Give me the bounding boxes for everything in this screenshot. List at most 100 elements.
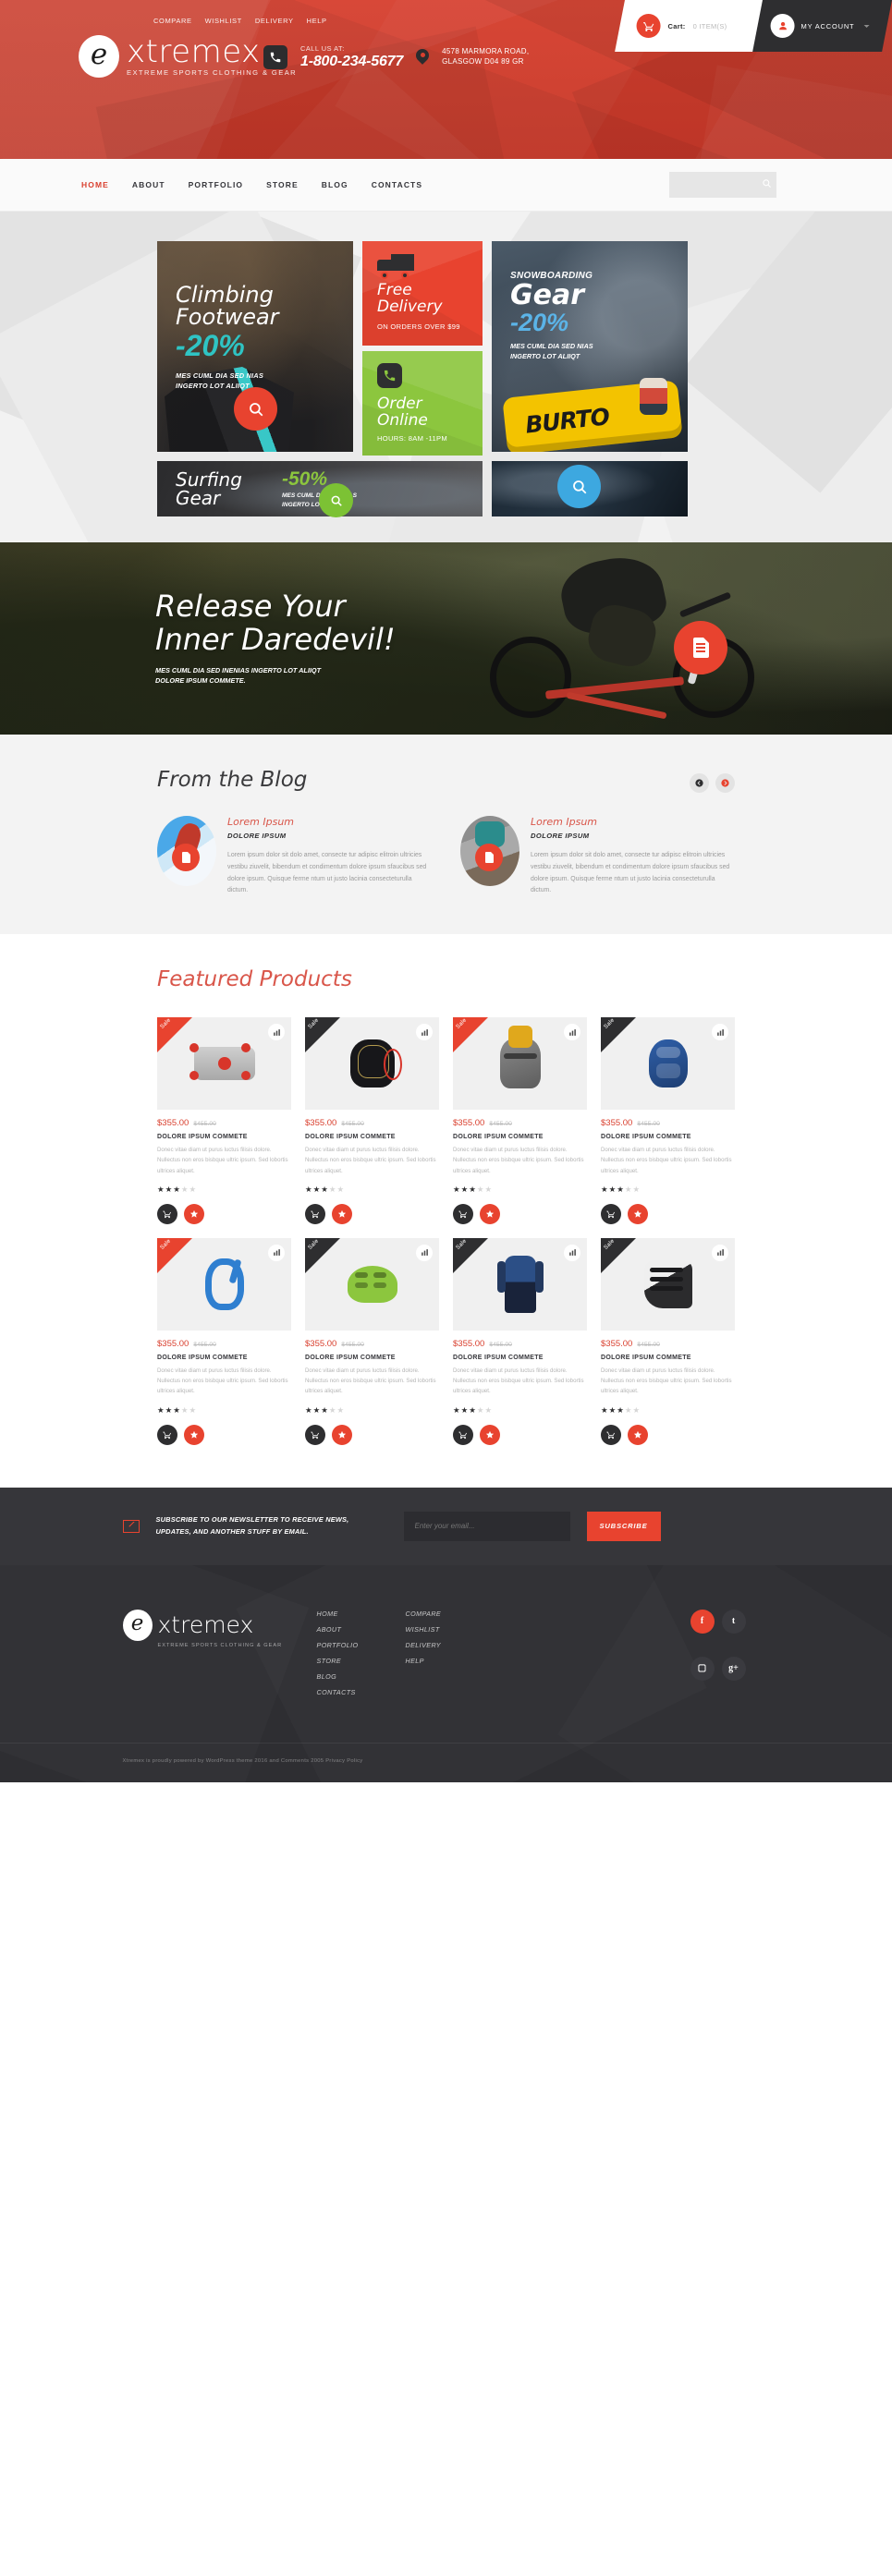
- nav-item-blog[interactable]: BLOG: [322, 180, 348, 189]
- promo-search-badge-snowboarding[interactable]: [557, 465, 601, 508]
- promo-free-delivery[interactable]: Free Delivery ON ORDERS OVER $99: [362, 241, 483, 346]
- footer-link-compare[interactable]: COMPARE: [406, 1610, 495, 1618]
- add-to-wishlist-button[interactable]: [332, 1203, 352, 1224]
- nav-item-about[interactable]: ABOUT: [132, 180, 165, 189]
- product-card[interactable]: Sale $355.00 $455.00 DOLORE IPSUM COMMETE Do…: [453, 1237, 587, 1445]
- product-image[interactable]: Sale: [601, 1017, 735, 1111]
- utility-link-wishlist[interactable]: WISHLIST: [205, 17, 242, 25]
- utility-link-compare[interactable]: COMPARE: [153, 17, 192, 25]
- product-name[interactable]: DOLORE IPSUM COMMETE: [305, 1355, 439, 1361]
- promo-delivery-subtitle: ON ORDERS OVER $99: [377, 322, 460, 331]
- phone-number[interactable]: 1-800-234-5677: [300, 54, 403, 70]
- add-to-cart-button[interactable]: [601, 1203, 621, 1224]
- product-name[interactable]: DOLORE IPSUM COMMETE: [601, 1134, 735, 1140]
- google-plus-icon[interactable]: g+: [721, 1656, 746, 1681]
- add-to-wishlist-button[interactable]: [628, 1203, 648, 1224]
- product-card[interactable]: Sale $355.00 $455.00 DOLORE IPSUM COMMETE Do…: [305, 1017, 439, 1224]
- product-old-price: $455.00: [489, 1121, 512, 1128]
- product-image[interactable]: Sale: [305, 1237, 439, 1331]
- product-image[interactable]: Sale: [157, 1017, 291, 1111]
- account-panel[interactable]: MY ACCOUNT: [752, 0, 892, 52]
- add-to-cart-button[interactable]: [157, 1203, 177, 1224]
- add-to-cart-button[interactable]: [305, 1203, 325, 1224]
- add-to-wishlist-button[interactable]: [480, 1424, 500, 1445]
- hero-cta-button[interactable]: [674, 621, 727, 674]
- footer-link-delivery[interactable]: DELIVERY: [406, 1641, 495, 1649]
- product-name[interactable]: DOLORE IPSUM COMMETE: [601, 1355, 735, 1361]
- compare-icon[interactable]: [564, 1244, 580, 1261]
- search-icon[interactable]: [762, 176, 772, 193]
- blog-post-title[interactable]: Lorem Ipsum: [227, 816, 431, 828]
- utility-link-help[interactable]: HELP: [307, 17, 327, 25]
- product-card[interactable]: Sale $355.00 $455.00 DOLORE IPSUM COMMETE Do…: [453, 1017, 587, 1224]
- product-card[interactable]: Sale $355.00 $455.00 DOLORE IPSUM COMMETE Do…: [157, 1237, 291, 1445]
- search-box[interactable]: [669, 172, 776, 198]
- product-image[interactable]: Sale: [601, 1237, 735, 1331]
- add-to-wishlist-button[interactable]: [184, 1203, 204, 1224]
- product-name[interactable]: DOLORE IPSUM COMMETE: [157, 1134, 291, 1140]
- add-to-cart-button[interactable]: [601, 1424, 621, 1445]
- product-name[interactable]: DOLORE IPSUM COMMETE: [453, 1134, 587, 1140]
- nav-item-portfolio[interactable]: PORTFOLIO: [189, 180, 243, 189]
- instagram-icon[interactable]: ▢: [690, 1656, 715, 1681]
- add-to-cart-button[interactable]: [305, 1424, 325, 1445]
- product-card[interactable]: Sale $355.00 $455.00 DOLORE IPSUM COMMETE Do…: [601, 1237, 735, 1445]
- newsletter-email-input[interactable]: [403, 1511, 570, 1541]
- product-card[interactable]: Sale $355.00 $455.00 DOLORE IPSUM COMMETE Do…: [305, 1237, 439, 1445]
- nav-item-home[interactable]: HOME: [81, 180, 109, 189]
- nav-item-store[interactable]: STORE: [266, 180, 299, 189]
- compare-icon[interactable]: [268, 1024, 285, 1041]
- compare-icon[interactable]: [564, 1024, 580, 1041]
- blog-post[interactable]: Lorem Ipsum DOLORE IPSUM Lorem ipsum dol…: [460, 816, 734, 897]
- product-image[interactable]: Sale: [305, 1017, 439, 1111]
- footer-logo[interactable]: e xtremex EXTREME SPORTS CLOTHING & GEAR: [122, 1609, 317, 1696]
- footer-link-about[interactable]: ABOUT: [317, 1625, 406, 1634]
- add-to-cart-button[interactable]: [453, 1203, 473, 1224]
- blog-post-title[interactable]: Lorem Ipsum: [531, 816, 734, 828]
- footer-link-contacts[interactable]: CONTACTS: [317, 1688, 406, 1696]
- search-input[interactable]: [677, 180, 762, 189]
- product-card[interactable]: Sale $355.00 $455.00 DOLORE IPSUM COMMETE Do…: [601, 1017, 735, 1224]
- product-description: Donec vitae diam ut purus luctus filisis…: [305, 1147, 436, 1174]
- product-name[interactable]: DOLORE IPSUM COMMETE: [157, 1355, 291, 1361]
- utility-link-delivery[interactable]: DELIVERY: [255, 17, 294, 25]
- footer-link-help[interactable]: HELP: [406, 1657, 495, 1665]
- promo-order-online[interactable]: Order Online HOURS: 8AM -11PM: [362, 351, 483, 456]
- chevron-left-icon[interactable]: [690, 773, 709, 793]
- footer-link-wishlist[interactable]: WISHLIST: [406, 1625, 495, 1634]
- product-image[interactable]: Sale: [157, 1237, 291, 1331]
- add-to-cart-button[interactable]: [453, 1424, 473, 1445]
- compare-icon[interactable]: [416, 1024, 433, 1041]
- footer-link-store[interactable]: STORE: [317, 1657, 406, 1665]
- product-name[interactable]: DOLORE IPSUM COMMETE: [453, 1355, 587, 1361]
- product-image[interactable]: Sale: [453, 1237, 587, 1331]
- product-card[interactable]: Sale $355.00 $455.00 DOLORE IPSUM COMMETE Do…: [157, 1017, 291, 1224]
- promo-search-badge-surfing[interactable]: [319, 483, 353, 517]
- footer-link-portfolio[interactable]: PORTFOLIO: [317, 1641, 406, 1649]
- nav-item-contacts[interactable]: CONTACTS: [372, 180, 422, 189]
- facebook-icon[interactable]: f: [690, 1609, 715, 1634]
- add-to-wishlist-button[interactable]: [332, 1424, 352, 1445]
- blog-post[interactable]: Lorem Ipsum DOLORE IPSUM Lorem ipsum dol…: [157, 816, 431, 897]
- compare-icon[interactable]: [712, 1024, 728, 1041]
- chevron-right-icon[interactable]: [715, 773, 735, 793]
- compare-icon[interactable]: [712, 1244, 728, 1261]
- add-to-wishlist-button[interactable]: [184, 1424, 204, 1445]
- compare-icon[interactable]: [268, 1244, 285, 1261]
- footer-link-home[interactable]: HOME: [317, 1610, 406, 1618]
- promo-snowboarding-gear[interactable]: SNOWBOARDING Gear -20% MES CUML DIA SED …: [492, 241, 688, 452]
- footer-link-blog[interactable]: BLOG: [317, 1672, 406, 1681]
- promo-climbing-title-2: Footwear: [176, 304, 279, 331]
- product-image[interactable]: Sale: [453, 1017, 587, 1111]
- promo-search-badge-climbing[interactable]: [234, 387, 277, 431]
- add-to-cart-button[interactable]: [157, 1424, 177, 1445]
- add-to-wishlist-button[interactable]: [480, 1203, 500, 1224]
- twitter-icon[interactable]: t: [721, 1609, 746, 1634]
- product-name[interactable]: DOLORE IPSUM COMMETE: [305, 1134, 439, 1140]
- compare-icon[interactable]: [416, 1244, 433, 1261]
- product-rating: ★★★★★: [453, 1404, 494, 1415]
- promo-surfing-gear[interactable]: Surfing Gear -50% MES CUML DIA SED NIAS …: [157, 461, 483, 516]
- add-to-wishlist-button[interactable]: [628, 1424, 648, 1445]
- newsletter-subscribe-button[interactable]: SUBSCRIBE: [586, 1511, 661, 1541]
- cart-panel[interactable]: Cart: 0 ITEM(S): [615, 0, 768, 52]
